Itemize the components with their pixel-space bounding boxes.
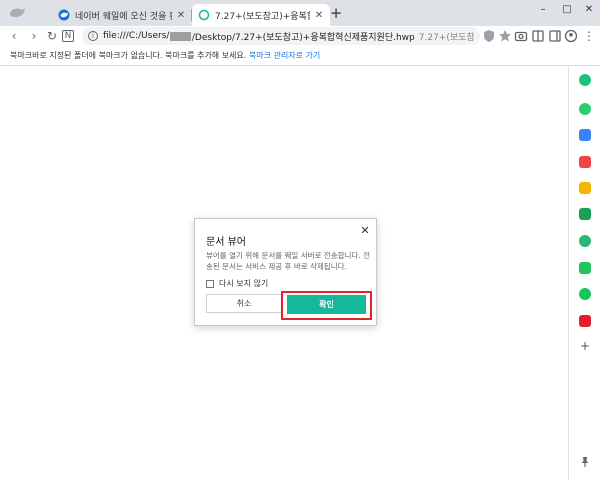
checkbox-box[interactable] bbox=[206, 279, 214, 288]
checkbox-label: 다시 보지 않기 bbox=[219, 279, 269, 288]
side-app-icon[interactable] bbox=[579, 156, 591, 168]
tab-close-icon[interactable]: ✕ bbox=[314, 10, 324, 21]
side-app-icon[interactable] bbox=[579, 182, 591, 194]
tab-title: 7.27+(보도참고)+융복합혁신제품 bbox=[215, 11, 310, 22]
home-icon[interactable]: N bbox=[62, 30, 74, 42]
address-bar[interactable]: i file:///C:/Users/ /Desktop/7.27+(보도참고)… bbox=[82, 27, 480, 45]
loading-spinner-icon bbox=[198, 9, 210, 21]
dont-show-again-checkbox[interactable]: 다시 보지 않기 bbox=[206, 278, 268, 289]
side-app-icon[interactable] bbox=[579, 103, 591, 115]
pin-icon[interactable] bbox=[579, 456, 591, 468]
side-app-icon[interactable] bbox=[579, 129, 591, 141]
more-menu-icon[interactable]: ⋮ bbox=[582, 29, 596, 43]
url-suffix: /Desktop/7.27+(보도참고)+융복합혁신제품지원단.hwp bbox=[191, 32, 415, 43]
redacted-username bbox=[170, 31, 191, 41]
dialog-message: 뷰어를 열기 위해 문서를 웨일 서버로 전송합니다. 전송된 문서는 서비스 … bbox=[206, 251, 370, 271]
minimize-icon[interactable]: – bbox=[536, 3, 550, 17]
side-app-icon[interactable] bbox=[579, 288, 591, 300]
back-icon[interactable]: ‹ bbox=[6, 28, 22, 44]
info-icon[interactable]: i bbox=[88, 31, 98, 41]
dialog-close-icon[interactable]: ✕ bbox=[359, 225, 371, 237]
add-app-icon[interactable]: + bbox=[579, 340, 591, 352]
tab-title: 네이버 웨일에 오신 것을 환영합 bbox=[75, 11, 172, 22]
camera-icon[interactable] bbox=[514, 29, 528, 43]
cancel-button[interactable]: 취소 bbox=[206, 294, 282, 313]
bookmark-empty-message: 북마크바로 지정된 폴더에 북마크가 없습니다. 북마크를 추가해 보세요. bbox=[10, 51, 247, 60]
side-app-icon[interactable] bbox=[579, 235, 591, 247]
sidebar-toggle-icon[interactable] bbox=[548, 29, 562, 43]
side-app-icon[interactable] bbox=[579, 315, 591, 327]
new-tab-button[interactable]: + bbox=[328, 5, 344, 21]
page-title-echo: 7.27+(보도참고)+융복 bbox=[418, 32, 474, 43]
tab-close-icon[interactable]: ✕ bbox=[176, 10, 186, 21]
tab-whale-welcome[interactable]: 네이버 웨일에 오신 것을 환영합 ✕ bbox=[52, 4, 192, 26]
whale-favicon-icon bbox=[58, 9, 70, 21]
star-icon[interactable] bbox=[498, 29, 512, 43]
confirm-button[interactable]: 확인 bbox=[287, 295, 366, 314]
shield-icon[interactable] bbox=[482, 29, 496, 43]
side-app-icon[interactable] bbox=[579, 74, 591, 86]
reload-icon[interactable]: ↻ bbox=[44, 28, 60, 44]
navigation-toolbar: ‹ › ↻ N i file:///C:/Users/ /Desktop/7.2… bbox=[0, 26, 600, 46]
reader-icon[interactable] bbox=[531, 29, 545, 43]
bookmark-manager-link[interactable]: 북마크 관리자로 가기 bbox=[249, 51, 320, 60]
url-prefix: file:///C:/Users/ bbox=[103, 31, 170, 41]
whale-logo-icon bbox=[10, 7, 25, 18]
close-window-icon[interactable]: ✕ bbox=[582, 3, 596, 17]
maximize-icon[interactable]: □ bbox=[560, 3, 574, 17]
tab-document[interactable]: 7.27+(보도참고)+융복합혁신제품 ✕ bbox=[192, 4, 330, 26]
side-app-icon[interactable] bbox=[579, 208, 591, 220]
side-app-icon[interactable] bbox=[579, 262, 591, 274]
profile-icon[interactable] bbox=[564, 29, 578, 43]
forward-icon[interactable]: › bbox=[26, 28, 42, 44]
dialog-title: 문서 뷰어 bbox=[206, 237, 246, 248]
side-panel: + bbox=[568, 66, 600, 480]
bookmark-bar: 북마크바로 지정된 폴더에 북마크가 없습니다. 북마크를 추가해 보세요. 북… bbox=[0, 46, 600, 66]
title-bar: 네이버 웨일에 오신 것을 환영합 ✕ 7.27+(보도참고)+융복합혁신제품 … bbox=[0, 0, 600, 26]
